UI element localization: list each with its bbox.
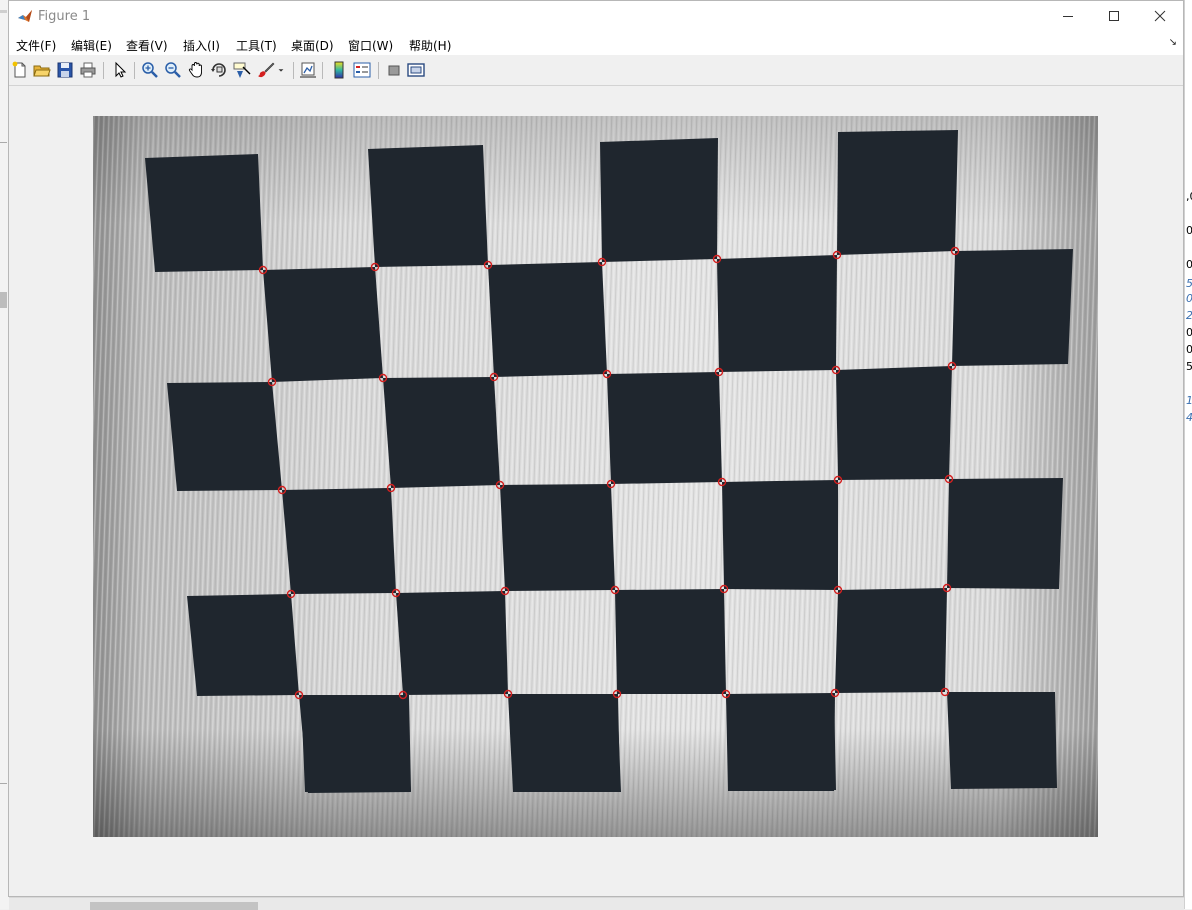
insert-colorbar-button[interactable] bbox=[329, 60, 349, 80]
zoom-out-icon bbox=[165, 62, 181, 78]
checker-square bbox=[600, 138, 718, 262]
bg-text-fragment: ,0 bbox=[1186, 190, 1192, 203]
checker-square bbox=[726, 694, 836, 791]
checker-square bbox=[396, 591, 508, 695]
brush-dropdown-icon bbox=[278, 69, 284, 72]
toolbar-separator bbox=[293, 62, 294, 79]
toolbar-separator bbox=[103, 62, 104, 79]
matlab-logo-icon bbox=[18, 10, 32, 22]
save-icon bbox=[57, 62, 73, 78]
bg-text-fragment: 5 bbox=[1186, 277, 1192, 290]
checker-square bbox=[263, 267, 383, 382]
close-button[interactable] bbox=[1137, 1, 1183, 31]
menu-edit[interactable]: 编辑(E) bbox=[71, 37, 112, 54]
bg-text-fragment: 1 bbox=[1186, 394, 1192, 407]
hide-plot-tools-button[interactable] bbox=[384, 60, 404, 80]
checker-square bbox=[167, 382, 282, 491]
brush-dropdown-button[interactable] bbox=[276, 60, 286, 80]
checker-square bbox=[947, 692, 1057, 789]
checker-square bbox=[836, 366, 952, 480]
window-title: Figure 1 bbox=[38, 9, 91, 24]
save-button[interactable] bbox=[55, 60, 75, 80]
new-figure-icon bbox=[12, 61, 26, 78]
bg-text-fragment: 4 bbox=[1186, 411, 1192, 424]
insert-legend-button[interactable] bbox=[352, 60, 372, 80]
menu-desktop[interactable]: 桌面(D) bbox=[291, 37, 334, 54]
show-plot-tools-button[interactable] bbox=[406, 60, 426, 80]
toolbar-separator bbox=[322, 62, 323, 79]
toolbar-separator bbox=[378, 62, 379, 79]
menu-insert[interactable]: 插入(I) bbox=[183, 37, 220, 54]
checkerboard-image[interactable] bbox=[93, 116, 1098, 837]
brush-icon bbox=[258, 62, 275, 78]
open-file-button[interactable] bbox=[32, 60, 52, 80]
link-plot-icon bbox=[300, 62, 316, 78]
figure-window: Figure 1 文件(F) 编辑(E) 查看(V) 插入(I) 工具(T) 桌… bbox=[8, 0, 1184, 897]
open-file-icon bbox=[33, 65, 51, 77]
pan-button[interactable] bbox=[186, 60, 206, 80]
zoom-out-button[interactable] bbox=[163, 60, 183, 80]
menu-file[interactable]: 文件(F) bbox=[16, 37, 56, 54]
bg-text-fragment: 0 bbox=[1186, 258, 1192, 271]
bg-text-fragment: 0. bbox=[1186, 343, 1192, 356]
menu-view[interactable]: 查看(V) bbox=[126, 37, 168, 54]
dock-figure-icon[interactable]: ↘ bbox=[1169, 37, 1177, 48]
checker-square bbox=[510, 694, 620, 791]
checker-square bbox=[368, 145, 488, 267]
bg-text-fragment: 2 bbox=[1186, 309, 1192, 322]
background-app-right-edge: ,0 0 0 5 0 2 0 0. 51 1 4 bbox=[1184, 0, 1192, 909]
colorbar-icon bbox=[334, 61, 344, 79]
data-cursor-icon bbox=[233, 62, 251, 78]
checker-square bbox=[722, 480, 838, 590]
data-cursor-button[interactable] bbox=[232, 60, 252, 80]
checker-square bbox=[607, 372, 722, 484]
menu-help[interactable]: 帮助(H) bbox=[409, 37, 451, 54]
rotate-3d-icon bbox=[211, 63, 226, 77]
maximize-button[interactable] bbox=[1091, 1, 1137, 31]
checker-square bbox=[615, 589, 726, 694]
menu-bar: 文件(F) 编辑(E) 查看(V) 插入(I) 工具(T) 桌面(D) 窗口(W… bbox=[9, 33, 1183, 55]
checker-square bbox=[145, 154, 263, 272]
checker-square bbox=[837, 130, 958, 255]
edit-plot-icon bbox=[115, 61, 127, 78]
legend-icon bbox=[353, 62, 371, 78]
zoom-in-button[interactable] bbox=[140, 60, 160, 80]
checker-square bbox=[488, 262, 607, 377]
edit-plot-button[interactable] bbox=[110, 60, 130, 80]
pan-icon bbox=[188, 62, 202, 78]
print-icon bbox=[80, 62, 96, 78]
zoom-in-icon bbox=[142, 62, 158, 78]
checker-square bbox=[383, 377, 500, 488]
background-horizontal-scrollbar[interactable] bbox=[9, 897, 1184, 910]
maximize-icon bbox=[1109, 11, 1119, 21]
checker-square bbox=[952, 249, 1073, 366]
rotate-3d-button[interactable] bbox=[209, 60, 229, 80]
title-bar[interactable]: Figure 1 bbox=[9, 1, 1183, 33]
checker-square bbox=[500, 484, 615, 591]
bg-text-fragment: 0 bbox=[1186, 224, 1192, 237]
show-plot-tools-icon bbox=[407, 63, 425, 77]
new-figure-button[interactable] bbox=[10, 60, 30, 80]
checker-square bbox=[717, 255, 837, 372]
checker-square bbox=[187, 594, 299, 696]
checker-square bbox=[835, 588, 947, 693]
toolbar-separator bbox=[134, 62, 135, 79]
bg-text-fragment: 0 bbox=[1186, 326, 1192, 339]
minimize-button[interactable] bbox=[1045, 1, 1091, 31]
menu-tools[interactable]: 工具(T) bbox=[236, 37, 277, 54]
menu-window[interactable]: 窗口(W) bbox=[348, 37, 393, 54]
link-plot-button[interactable] bbox=[298, 60, 318, 80]
checker-square bbox=[282, 488, 396, 594]
figure-toolbar bbox=[9, 56, 1183, 86]
hide-plot-tools-icon bbox=[388, 65, 400, 76]
checker-square bbox=[301, 695, 411, 792]
checker-square bbox=[947, 478, 1063, 589]
close-icon bbox=[1154, 10, 1166, 22]
bg-text-fragment: 51 bbox=[1186, 360, 1192, 373]
brush-button[interactable] bbox=[256, 60, 276, 80]
minimize-icon bbox=[1063, 16, 1073, 17]
bg-text-fragment: 0 bbox=[1186, 292, 1192, 305]
print-button[interactable] bbox=[78, 60, 98, 80]
